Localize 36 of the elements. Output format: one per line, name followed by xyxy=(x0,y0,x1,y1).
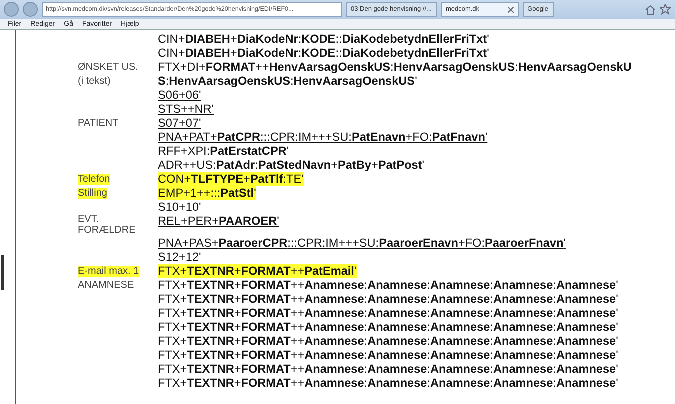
back-button[interactable] xyxy=(4,2,19,17)
segment-line: S12+12' xyxy=(158,250,202,264)
segment-line: S:HenvAarsagOenskUS:HenvAarsagOenskUS' xyxy=(158,74,418,88)
segment-line: CIN+DIABEH+DiaKodeNr:KODE::DiaKodebetydnEllerFriTxt' xyxy=(158,32,490,46)
segment-line: REL+PER+PAAROER' xyxy=(158,214,280,228)
segment-line: FTX+TEXTNR+FORMAT++Anamnese:Anamnese:Anamnese:Anamnese:Anamnese' xyxy=(158,376,618,390)
field-label: E-mail max. 1 xyxy=(78,266,140,277)
field-label: Stilling xyxy=(78,188,108,199)
segment-line: CIN+DIABEH+DiaKodeNr:KODE::DiaKodebetydnEllerFriTxt' xyxy=(158,46,490,60)
star-icon[interactable] xyxy=(660,4,671,15)
segment-line: S07+07' xyxy=(158,116,202,130)
segment-line: FTX+TEXTNR+FORMAT++Anamnese:Anamnese:Anamnese:Anamnese:Anamnese' xyxy=(158,278,618,292)
field-label: EVT. FORÆLDRE xyxy=(78,214,136,236)
field-label: ØNSKET US. xyxy=(78,62,138,73)
close-icon[interactable] xyxy=(508,6,514,12)
segment-line: S10+10' xyxy=(158,200,202,214)
segment-line: FTX+TEXTNR+FORMAT++Anamnese:Anamnese:Anamnese:Anamnese:Anamnese' xyxy=(158,348,618,362)
segment-line: RFF+XPI:PatErstatCPR' xyxy=(158,144,290,158)
segment-line: S06+06' xyxy=(158,88,202,102)
segment-line: FTX+TEXTNR+FORMAT++Anamnese:Anamnese:Anamnese:Anamnese:Anamnese' xyxy=(158,320,618,334)
segment-line: STS++NR' xyxy=(158,102,214,116)
segment-line: PNA+PAS+PaaroerCPR:::CPR:IM+++SU:PaaroerEnavn+FO:PaaroerFnavn' xyxy=(158,236,566,250)
segment-line: FTX+TEXTNR+FORMAT++Anamnese:Anamnese:Anamnese:Anamnese:Anamnese' xyxy=(158,362,618,376)
home-icon[interactable] xyxy=(645,4,656,14)
page-edge-mark xyxy=(1,255,4,290)
field-label: (i tekst) xyxy=(78,76,111,87)
field-label: PATIENT xyxy=(78,118,119,129)
segment-line: ADR++US:PatAdr:PatStedNavn+PatBy+PatPost' xyxy=(158,158,425,172)
segment-line: FTX+TEXTNR+FORMAT++Anamnese:Anamnese:Anamnese:Anamnese:Anamnese' xyxy=(158,306,618,320)
segment-line: FTX+DI+FORMAT++HenvAarsagOenskUS:HenvAarsagOenskUS:HenvAarsagOenskU xyxy=(158,60,632,74)
segment-line: FTX+TEXTNR+FORMAT++Anamnese:Anamnese:Anamnese:Anamnese:Anamnese' xyxy=(158,292,618,306)
field-label: ANAMNESE xyxy=(78,280,134,291)
segment-line: FTX+TEXTNR+FORMAT++Anamnese:Anamnese:Anamnese:Anamnese:Anamnese' xyxy=(158,334,618,348)
segment-line: PNA+PAT+PatCPR:::CPR:IM+++SU:PatEnavn+FO:PatFnavn' xyxy=(158,130,488,144)
field-label: Telefon xyxy=(78,174,110,185)
forward-button[interactable] xyxy=(23,2,38,17)
